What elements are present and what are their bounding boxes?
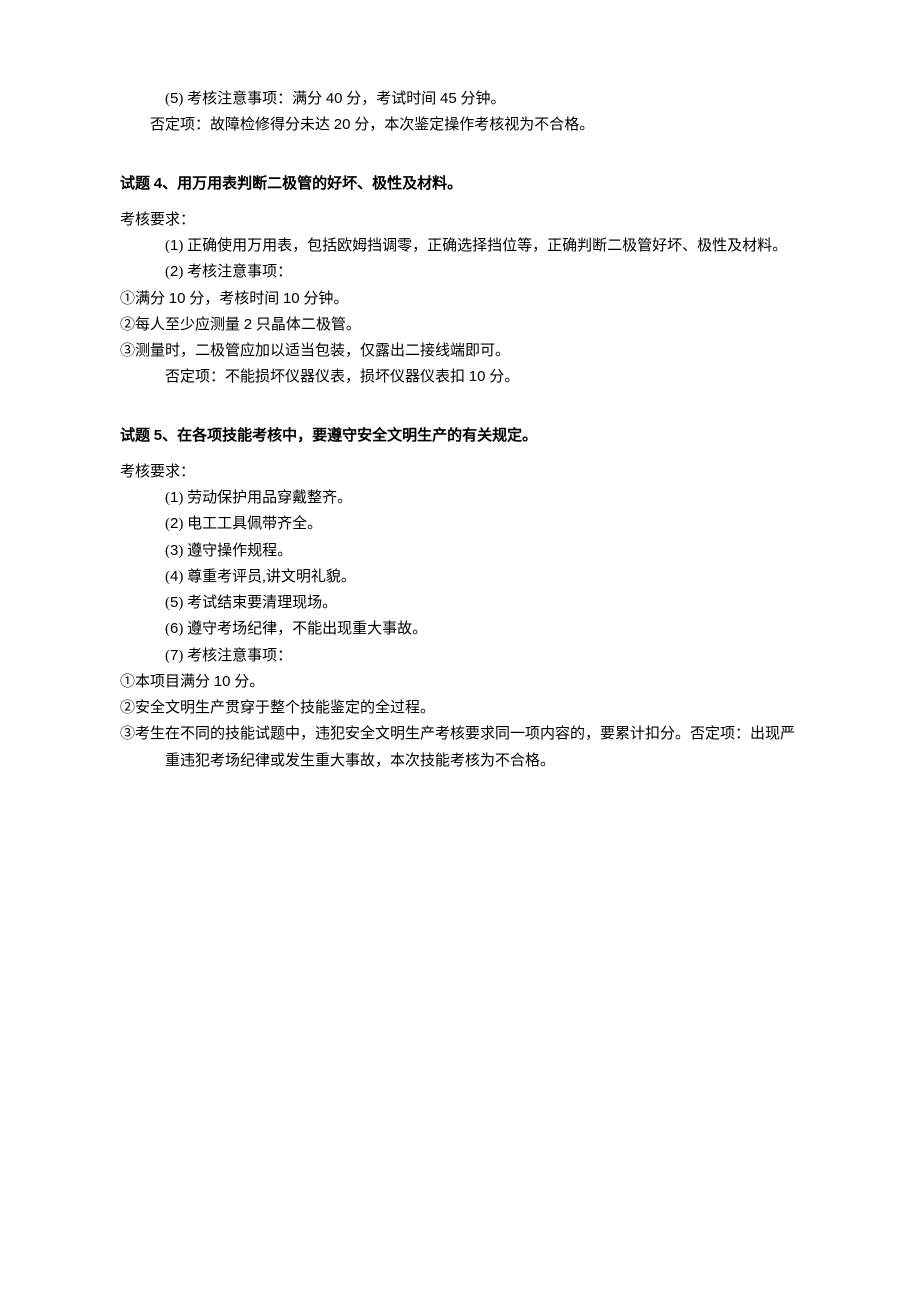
sec5-req-label: 考核要求： bbox=[120, 459, 800, 485]
section-4: 试题 4、用万用表判断二极管的好坏、极性及材料。 考核要求： (1) 正确使用万… bbox=[120, 171, 800, 391]
sec5-item7: (7) 考核注意事项： bbox=[120, 643, 800, 669]
sec4-note3: ③测量时，二极管应加以适当包装，仅露出二接线端即可。 bbox=[120, 338, 800, 364]
sec5-item4: (4) 尊重考评员,讲文明礼貌。 bbox=[120, 564, 800, 590]
sec5-item2: (2) 电工工具佩带齐全。 bbox=[120, 511, 800, 537]
section-5: 试题 5、在各项技能考核中，要遵守安全文明生产的有关规定。 考核要求： (1) … bbox=[120, 423, 800, 774]
sec4-item1: (1) 正确使用万用表，包括欧姆挡调零，正确选择挡位等，正确判断二极管好坏、极性… bbox=[120, 233, 800, 259]
sec5-item6: (6) 遵守考场纪律，不能出现重大事故。 bbox=[120, 616, 800, 642]
section-3-tail: (5) 考核注意事项：满分 40 分，考试时间 45 分钟。 否定项：故障检修得… bbox=[120, 86, 800, 139]
sec5-title: 试题 5、在各项技能考核中，要遵守安全文明生产的有关规定。 bbox=[120, 423, 800, 449]
sec4-note1: ①满分 10 分，考核时间 10 分钟。 bbox=[120, 286, 800, 312]
sec5-note3-line1: ③考生在不同的技能试题中，违犯安全文明生产考核要求同一项内容的，要累计扣分。否定… bbox=[120, 721, 800, 747]
sec4-negative: 否定项：不能损坏仪器仪表，损坏仪器仪表扣 10 分。 bbox=[120, 364, 800, 390]
sec5-note1: ①本项目满分 10 分。 bbox=[120, 669, 800, 695]
sec4-note2: ②每人至少应测量 2 只晶体二极管。 bbox=[120, 312, 800, 338]
sec4-title: 试题 4、用万用表判断二极管的好坏、极性及材料。 bbox=[120, 171, 800, 197]
sec5-item3: (3) 遵守操作规程。 bbox=[120, 538, 800, 564]
sec3-negative: 否定项：故障检修得分未达 20 分，本次鉴定操作考核视为不合格。 bbox=[120, 112, 800, 138]
sec4-item2: (2) 考核注意事项： bbox=[120, 259, 800, 285]
sec5-item1: (1) 劳动保护用品穿戴整齐。 bbox=[120, 485, 800, 511]
sec5-item5: (5) 考试结束要清理现场。 bbox=[120, 590, 800, 616]
sec4-req-label: 考核要求： bbox=[120, 207, 800, 233]
sec5-note2: ②安全文明生产贯穿于整个技能鉴定的全过程。 bbox=[120, 695, 800, 721]
sec5-note3-line2: 重违犯考场纪律或发生重大事故，本次技能考核为不合格。 bbox=[120, 748, 800, 774]
sec3-item5: (5) 考核注意事项：满分 40 分，考试时间 45 分钟。 bbox=[120, 86, 800, 112]
